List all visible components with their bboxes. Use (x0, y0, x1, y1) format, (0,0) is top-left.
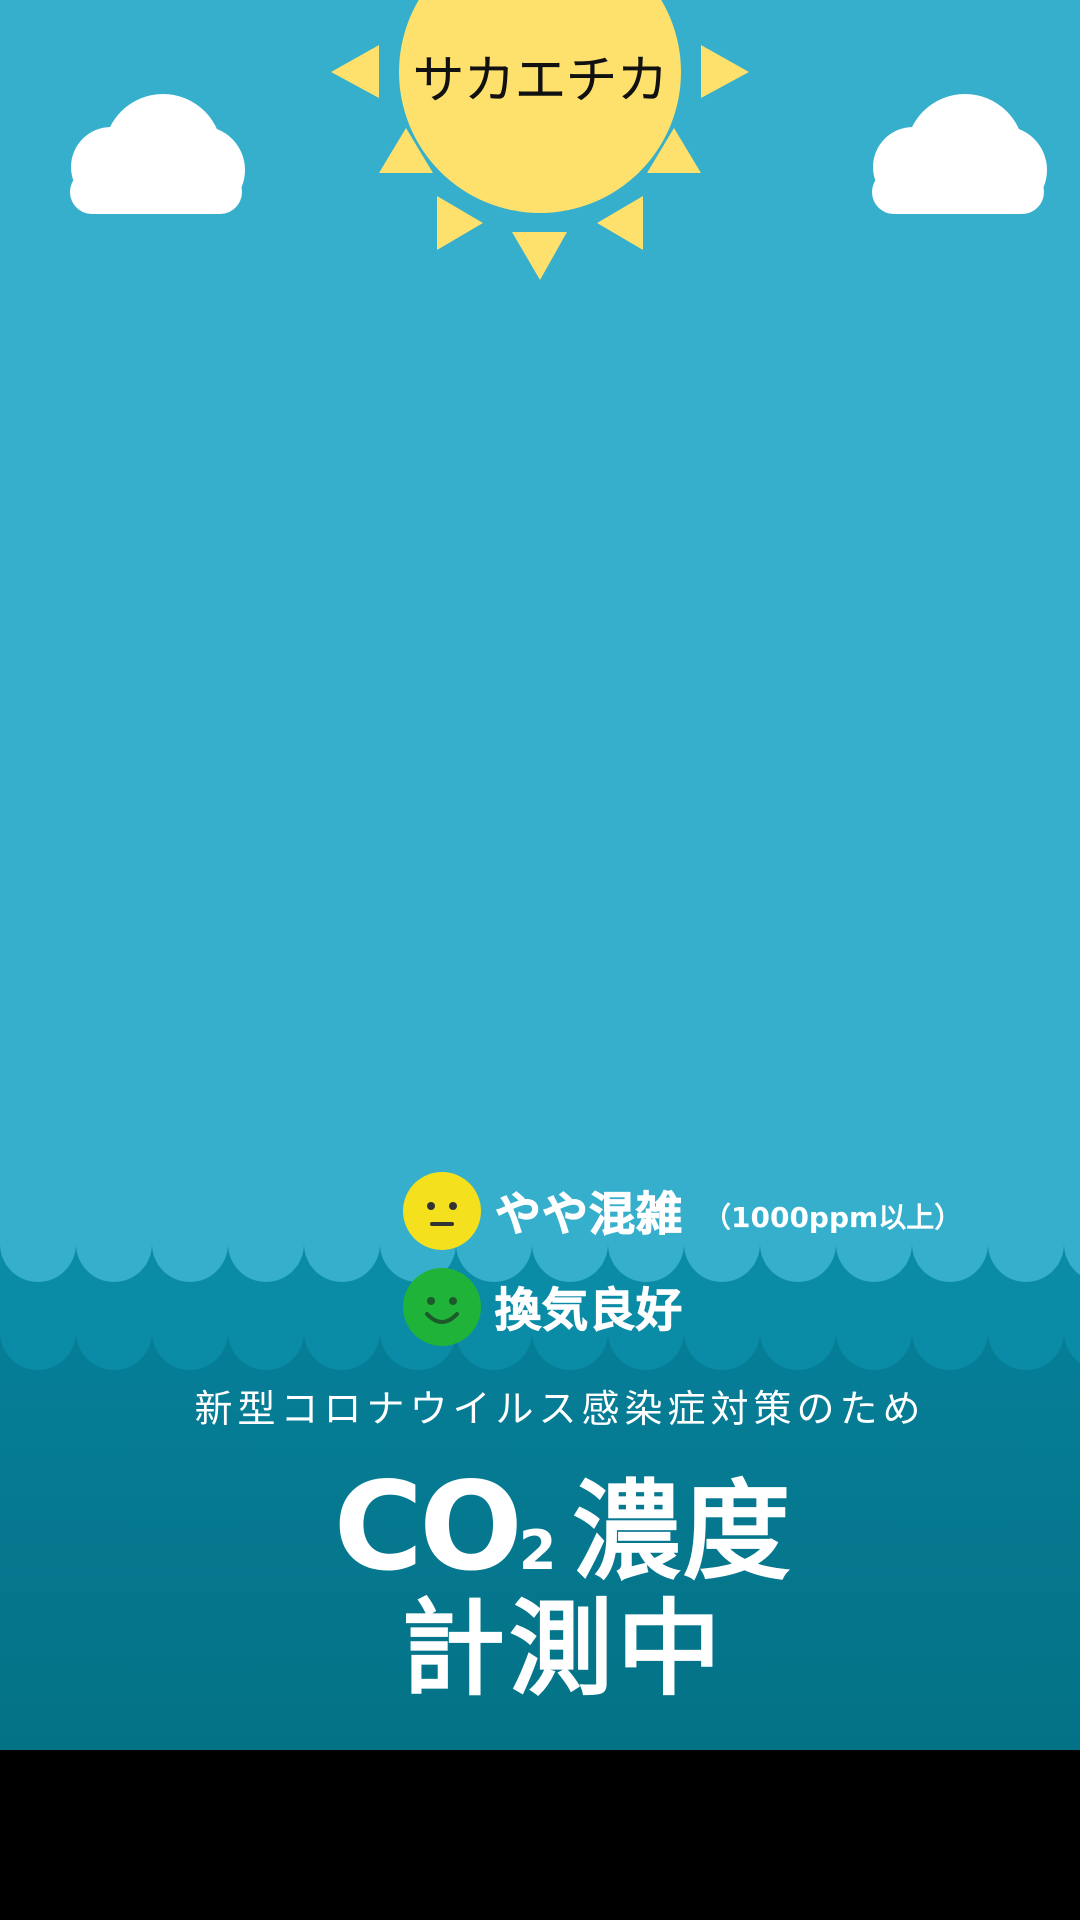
concentration-text: 濃度 (572, 1470, 793, 1595)
headline-line2: 計測中 (400, 1588, 725, 1710)
signage-screen: サカエチカ やや混雑 （1000ppm以上） 換気良好 新型コロナウイルス感染症… (0, 0, 1080, 1920)
neutral-face-icon (403, 1172, 481, 1250)
co-text: CO (333, 1456, 523, 1598)
notice-subtitle: 新型コロナウイルス感染症対策のため (194, 1387, 926, 1431)
legend-good-label: 換気良好 (495, 1283, 683, 1338)
legend-good: 換気良好 (403, 1268, 683, 1346)
cloud-icon (70, 94, 245, 214)
smiling-face-icon (403, 1268, 481, 1346)
legend-crowded-note: （1000ppm以上） (703, 1201, 963, 1234)
legend-crowded-label: やや混雑 (495, 1187, 683, 1242)
station-name: サカエチカ (412, 51, 668, 111)
co-subscript: 2 (518, 1519, 557, 1582)
cloud-icon (872, 94, 1047, 214)
headline-line1: CO2 濃度 (0, 1466, 1080, 1592)
legend-crowded: やや混雑 （1000ppm以上） (403, 1172, 962, 1250)
notice-headline: CO2 濃度 計測中 (0, 1466, 1080, 1710)
